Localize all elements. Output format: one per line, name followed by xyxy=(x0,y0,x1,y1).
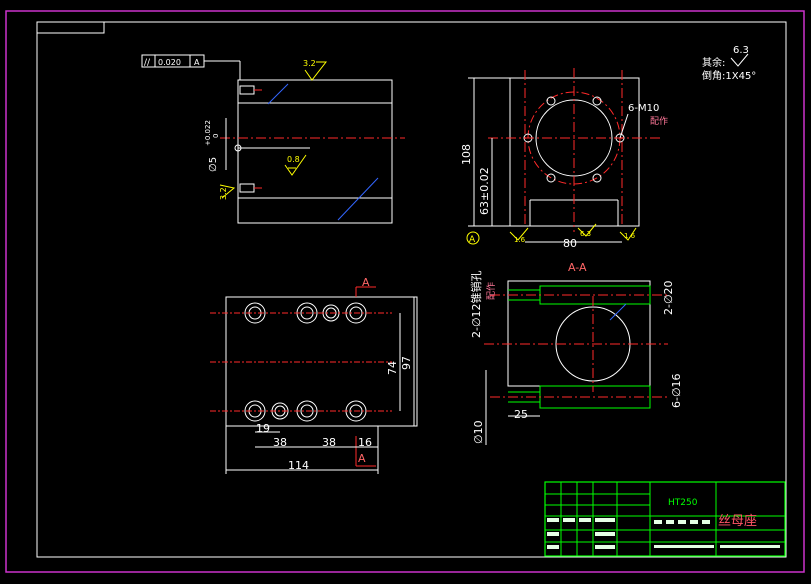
dim-25: 25 xyxy=(514,408,528,421)
svg-text:3.2: 3.2 xyxy=(303,59,316,68)
section-mark-top: A xyxy=(362,276,370,289)
roughness-mark-1: 3.2 xyxy=(303,59,328,81)
center-height-dim: 63±0.02 xyxy=(478,167,491,215)
thread-note: 配作 xyxy=(650,115,668,127)
dim-16: 16 xyxy=(358,436,372,449)
rest-label: 其余: xyxy=(702,56,725,69)
general-notes: 其余: 6.3 倒角:1X45° xyxy=(702,45,756,82)
roughness-mark-4: 1.6 xyxy=(514,236,526,244)
sheet-border xyxy=(5,10,805,573)
section-view: A-A 2-∅12锥销孔 配作 2-∅20 6-∅16 ∅10 25 xyxy=(469,261,683,445)
dim-38a: 38 xyxy=(273,436,287,449)
tol-lower: 0 xyxy=(212,134,220,138)
dim-phi20: 2-∅20 xyxy=(662,280,675,315)
tol-value: 0.020 xyxy=(158,58,181,67)
dim-19: 19 xyxy=(256,422,270,435)
front-body-outline xyxy=(237,79,393,224)
datum-label: A xyxy=(469,235,476,245)
thread-callout: 6-M10 xyxy=(628,103,659,114)
roughness-mark-5: 6.3 xyxy=(580,230,591,238)
tol-symbol: // xyxy=(144,58,151,68)
svg-text:3.2: 3.2 xyxy=(219,187,228,200)
dim-38b: 38 xyxy=(322,436,336,449)
width-dim: 80 xyxy=(563,237,577,250)
pin-hole-label: 2-∅12锥销孔 xyxy=(469,270,483,338)
tolerance-frame: // 0.020 A xyxy=(141,54,241,80)
dim-114: 114 xyxy=(288,459,309,472)
dim-phi16: 6-∅16 xyxy=(670,373,683,408)
roughness-mark-2: 0.8 xyxy=(284,154,307,176)
cad-drawing-viewport[interactable]: // 0.020 A ∅5 +0.022 0 3.2 0.8 3.2 108 6… xyxy=(0,0,811,584)
dim-74: 74 xyxy=(386,361,399,375)
title-block: HT250 丝母座 xyxy=(544,481,786,557)
rest-roughness: 6.3 xyxy=(733,45,749,56)
section-mark-bottom: A xyxy=(358,452,366,465)
section-title: A-A xyxy=(568,261,587,274)
dim-97: 97 xyxy=(400,356,413,370)
plan-view: A A 74 97 19 38 38 16 114 xyxy=(210,276,418,474)
part-name: 丝母座 xyxy=(718,514,757,529)
svg-text:0.8: 0.8 xyxy=(287,155,300,164)
chamfer-note: 倒角:1X45° xyxy=(702,70,756,82)
material-label: HT250 xyxy=(668,498,698,508)
dim-phi10: ∅10 xyxy=(472,420,485,444)
tol-upper: +0.022 xyxy=(204,120,212,146)
height-dim: 108 xyxy=(460,144,473,165)
tol-datum: A xyxy=(194,58,200,67)
pin-note: 配作 xyxy=(485,282,497,300)
diameter-dim: ∅5 xyxy=(208,157,219,172)
roughness-mark-6: 1.6 xyxy=(624,232,636,240)
corner-label-box xyxy=(36,21,105,34)
roughness-mark-3: 3.2 xyxy=(219,184,236,200)
front-view: // 0.020 A ∅5 +0.022 0 3.2 0.8 3.2 xyxy=(141,54,405,224)
side-view: 108 63±0.02 80 6-M10 配作 A 1.6 6.3 1.6 xyxy=(460,68,668,250)
drawing-canvas: // 0.020 A ∅5 +0.022 0 3.2 0.8 3.2 108 6… xyxy=(5,10,805,573)
